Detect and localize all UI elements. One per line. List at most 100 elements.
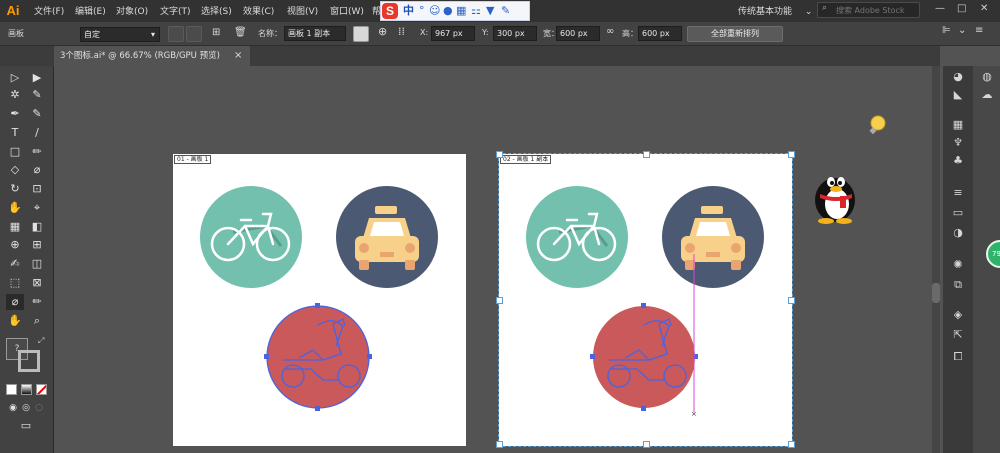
direct-selection-tool-icon[interactable]: ▶	[28, 70, 46, 86]
lightbulb-icon[interactable]	[866, 114, 888, 136]
maximize-button[interactable]: □	[957, 3, 966, 14]
landscape-button[interactable]	[186, 26, 202, 42]
artboard-2[interactable]: 02 - 画板 1 副本 ×	[496, 151, 795, 448]
eyedropper-icon[interactable]: ✍	[6, 256, 24, 272]
microphone-icon[interactable]: ●	[443, 5, 453, 17]
stroke-swatch[interactable]	[18, 350, 40, 372]
shirt-icon[interactable]: ▼	[486, 5, 494, 17]
gradient-icon[interactable]: ▭	[950, 206, 966, 220]
height-field[interactable]: 600 px	[638, 26, 682, 41]
swap-icon[interactable]: ⤢	[38, 336, 44, 346]
symbols-icon[interactable]: ♣	[950, 154, 966, 168]
chevron-down-icon[interactable]: ⌄	[958, 25, 966, 36]
hand-tool-icon[interactable]: ✋	[6, 313, 24, 329]
emoji-icon[interactable]: ☺	[429, 5, 440, 17]
stock-search[interactable]: ⌕	[817, 2, 920, 18]
y-field[interactable]: 300 px	[493, 26, 537, 41]
artboard-handle[interactable]	[496, 151, 503, 158]
perspective-grid-icon[interactable]: ◧	[28, 219, 46, 235]
artboard-1[interactable]: 01 - 画板 1	[173, 154, 466, 446]
transparency-icon[interactable]: ◑	[950, 226, 966, 240]
menu-edit[interactable]: 编辑(E)	[75, 4, 106, 17]
artboard-name-field[interactable]: 画板 1 副本	[284, 26, 346, 41]
x-field[interactable]: 967 px	[431, 26, 475, 41]
rotate-tool-icon[interactable]: ↻	[6, 181, 24, 197]
close-button[interactable]: ✕	[980, 3, 988, 14]
curvature-tool-icon[interactable]: ✎	[28, 106, 46, 122]
vertical-scrollbar[interactable]	[932, 66, 940, 453]
toolbox-icon[interactable]: ⚏	[471, 5, 481, 17]
cc-libraries-icon[interactable]: ☁	[979, 88, 995, 102]
sogou-logo-icon[interactable]: S	[382, 3, 398, 19]
wrench-icon[interactable]: ✎	[501, 5, 510, 17]
menu-select[interactable]: 选择(S)	[201, 4, 232, 17]
line-tool-icon[interactable]: /	[28, 125, 46, 141]
menu-window[interactable]: 窗口(W)	[330, 4, 364, 17]
layers-icon[interactable]: ◈	[950, 308, 966, 322]
column-graph-icon[interactable]: ⊠	[28, 275, 46, 291]
scale-tool-icon[interactable]: ⊡	[28, 181, 46, 197]
mesh-tool-icon[interactable]: ⊕	[6, 237, 24, 253]
menu-effect[interactable]: 效果(C)	[243, 4, 274, 17]
canvas[interactable]: 01 - 画板 1 02 - 画板 1 副本 ×	[54, 66, 932, 453]
stock-search-input[interactable]	[836, 4, 916, 16]
gradient-mode-icon[interactable]	[21, 384, 32, 395]
blend-tool-icon[interactable]: ◫	[28, 256, 46, 272]
magic-wand-icon[interactable]: ✲	[6, 87, 24, 103]
pen-tool-icon[interactable]: ✒	[6, 106, 24, 122]
artboard-handle[interactable]	[788, 297, 795, 304]
panel-menu-icon[interactable]: ≡	[975, 25, 983, 36]
align-icon[interactable]: ⊫	[942, 25, 951, 36]
menu-file[interactable]: 文件(F)	[34, 4, 64, 17]
moon-icon[interactable]: °	[419, 5, 425, 17]
rearrange-all-button[interactable]: 全部重新排列	[687, 26, 783, 42]
rectangle-tool-icon[interactable]: □	[6, 144, 24, 160]
menu-type[interactable]: 文字(T)	[160, 4, 191, 17]
keyboard-icon[interactable]: ▦	[456, 5, 466, 17]
minimize-button[interactable]: —	[935, 3, 945, 14]
artboard-tool-icon[interactable]: ⌀	[6, 294, 24, 310]
link-icon[interactable]: ∞	[606, 26, 614, 37]
color-panel-icon[interactable]: ◕	[950, 70, 966, 84]
preset-select[interactable]: 自定 ▾	[80, 27, 160, 42]
show-center-mark-icon[interactable]: ⊕	[378, 25, 387, 38]
portrait-button[interactable]	[168, 26, 184, 42]
artboard-handle[interactable]	[788, 151, 795, 158]
none-mode-icon[interactable]	[36, 384, 47, 395]
screen-mode-icon[interactable]: ▭	[17, 418, 35, 434]
stroke-icon[interactable]: ≡	[950, 186, 966, 200]
artboard-handle[interactable]	[496, 297, 503, 304]
gradient-tool-icon[interactable]: ⊞	[28, 237, 46, 253]
artboard-handle[interactable]	[643, 151, 650, 158]
document-tab[interactable]: 3个图标.ai* @ 66.67% (RGB/GPU 预览)	[54, 46, 250, 66]
libraries-icon[interactable]: ◍	[979, 70, 995, 84]
shaper-tool-icon[interactable]: ◇	[6, 162, 24, 178]
color-guide-icon[interactable]: ◣	[950, 88, 966, 102]
artboard-handle[interactable]	[496, 441, 503, 448]
move-copy-artwork-button[interactable]	[353, 26, 369, 42]
artboard-handle[interactable]	[643, 441, 650, 448]
close-tab-icon[interactable]: ×	[234, 50, 242, 61]
appearance-icon[interactable]: ✺	[950, 258, 966, 272]
width-field[interactable]: 600 px	[556, 26, 600, 41]
artboard-handle[interactable]	[788, 441, 795, 448]
lasso-icon[interactable]: ✎	[28, 87, 46, 103]
color-mode-icon[interactable]	[6, 384, 17, 395]
selection-tool-icon[interactable]: ▷	[6, 70, 24, 86]
slice-tool-icon[interactable]: ✏	[28, 294, 46, 310]
export-icon[interactable]: ⇱	[950, 328, 966, 342]
workspace-switcher[interactable]: 传统基本功能 ⌄	[738, 4, 812, 17]
new-artboard-icon[interactable]: ⊞	[212, 27, 220, 38]
shape-builder-icon[interactable]: ▦	[6, 219, 24, 235]
menu-view[interactable]: 视图(V)	[287, 4, 318, 17]
reference-point-icon[interactable]: ⁞⁞	[398, 25, 405, 38]
artboards-panel-icon[interactable]: ⧠	[950, 350, 966, 364]
menu-object[interactable]: 对象(O)	[116, 4, 148, 17]
trash-icon[interactable]: 🗑	[234, 27, 247, 38]
ime-mode-label[interactable]: 中	[403, 5, 414, 17]
paintbrush-icon[interactable]: ✏	[28, 144, 46, 160]
graphic-styles-icon[interactable]: ⧉	[950, 278, 966, 292]
scrollbar-thumb[interactable]	[932, 283, 940, 303]
type-tool-icon[interactable]: T	[6, 125, 24, 141]
width-tool-icon[interactable]: ✋	[6, 200, 24, 216]
